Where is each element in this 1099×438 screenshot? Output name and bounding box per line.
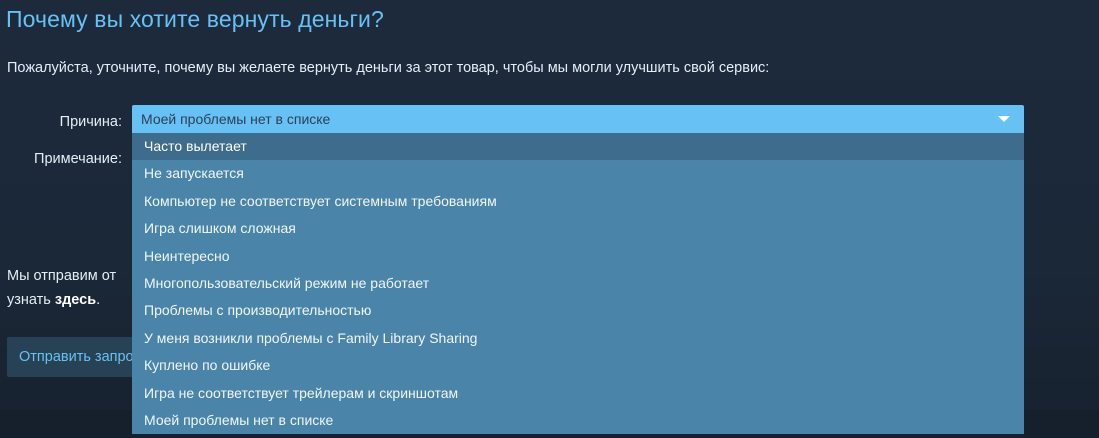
reason-options-list: Часто вылетает Не запускается Компьютер … [132,133,1024,435]
info-here-link[interactable]: здесь [55,292,96,308]
info-text-line-2: узнать здесь. [7,292,100,308]
reason-label: Причина: [59,114,122,130]
reason-option[interactable]: У меня возникли проблемы с Family Librar… [132,325,1024,352]
reason-option[interactable]: Компьютер не соответствует системным тре… [132,188,1024,215]
reason-option[interactable]: Неинтересно [132,243,1024,270]
reason-dropdown[interactable]: Моей проблемы нет в списке Часто вылетае… [132,105,1024,435]
reason-selected-value: Моей проблемы нет в списке [141,111,331,127]
reason-option[interactable]: Не запускается [132,160,1024,187]
page-subtitle: Пожалуйста, уточните, почему вы желаете … [7,60,770,76]
reason-option[interactable]: Часто вылетает [132,133,1024,161]
reason-select[interactable]: Моей проблемы нет в списке [132,105,1024,133]
reason-option[interactable]: Многопользовательский режим не работает [132,270,1024,297]
chevron-down-icon[interactable] [998,116,1010,122]
reason-option[interactable]: Проблемы с производительностью [132,297,1024,324]
info-text-line-1: Мы отправим от [7,268,117,284]
page-title: Почему вы хотите вернуть деньги? [6,6,384,32]
reason-option[interactable]: Моей проблемы нет в списке [132,407,1024,434]
note-label: Примечание: [34,151,122,167]
reason-option[interactable]: Куплено по ошибке [132,352,1024,379]
info-text-prefix: узнать [7,292,55,308]
reason-option[interactable]: Игра не соответствует трейлерам и скринш… [132,380,1024,407]
info-text-suffix: . [96,292,101,308]
reason-option[interactable]: Игра слишком сложная [132,215,1024,242]
